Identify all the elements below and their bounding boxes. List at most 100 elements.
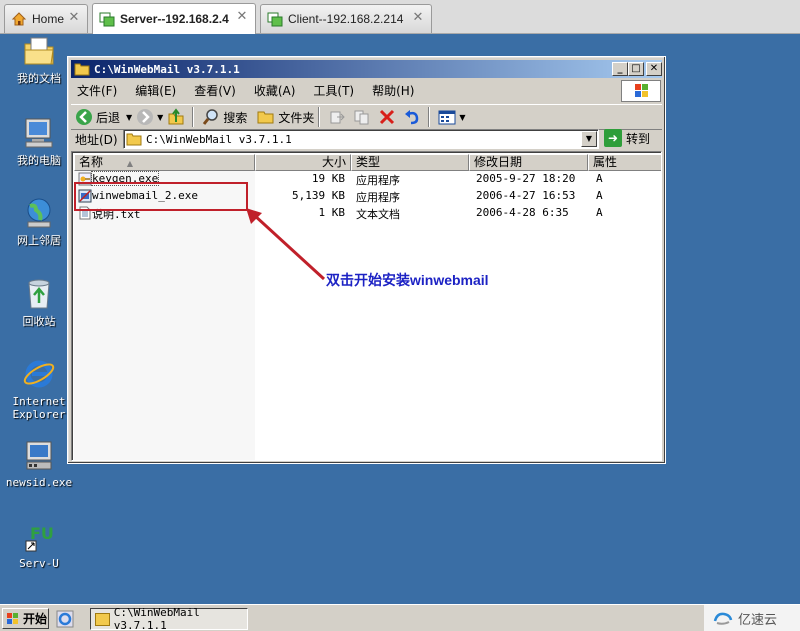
chevron-down-icon[interactable]: ▼	[581, 131, 597, 147]
svg-text:FU: FU	[30, 524, 54, 543]
undo-icon	[403, 108, 421, 126]
home-icon	[11, 11, 27, 27]
explorer-window: C:\WinWebMail v3.7.1.1 _ □ ✕ 文件(F) 编辑(E)…	[67, 56, 666, 464]
file-modified: 2006-4-27 16:53	[476, 189, 576, 202]
address-value: C:\WinWebMail v3.7.1.1	[146, 132, 292, 146]
my-computer-icon	[22, 116, 56, 150]
yisu-logo-icon	[712, 609, 734, 627]
file-modified: 2006-4-28 6:35	[476, 206, 569, 219]
recycle-bin-icon	[22, 277, 56, 311]
file-type: 文本文档	[356, 208, 400, 221]
desktop-icon-serv-u[interactable]: FU Serv-U	[0, 519, 78, 570]
tab-label: Home	[32, 12, 65, 26]
move-to-button[interactable]	[328, 108, 349, 126]
sort-ascending-icon: ▲	[126, 159, 133, 168]
menu-help[interactable]: 帮助(H)	[372, 82, 414, 99]
menu-favorites[interactable]: 收藏(A)	[254, 82, 296, 99]
menu-bar: 文件(F) 编辑(E) 查看(V) 收藏(A) 工具(T) 帮助(H)	[71, 80, 616, 100]
views-button[interactable]: ▼	[438, 108, 466, 126]
move-to-icon	[328, 108, 346, 126]
folder-icon	[74, 63, 90, 76]
menu-view[interactable]: 查看(V)	[194, 82, 236, 99]
address-bar: 地址(D) C:\WinWebMail v3.7.1.1 ▼ ➜ 转到	[71, 127, 662, 151]
network-places-icon	[22, 196, 56, 230]
folder-icon	[257, 108, 275, 126]
minimize-button[interactable]: _	[612, 62, 628, 76]
copy-to-button[interactable]	[353, 108, 374, 126]
column-header-type[interactable]: 类型	[351, 154, 469, 171]
forward-button[interactable]: ▼	[136, 108, 163, 126]
file-type: 应用程序	[356, 174, 400, 187]
window-titlebar[interactable]: C:\WinWebMail v3.7.1.1 _ □ ✕	[71, 60, 662, 78]
column-headers: 名称 ▲ 大小 类型 修改日期 属性	[74, 154, 661, 171]
windows-logo-icon	[621, 80, 661, 102]
go-button[interactable]: ➜ 转到	[604, 129, 650, 147]
up-folder-icon	[167, 108, 185, 126]
menu-edit[interactable]: 编辑(E)	[135, 82, 176, 99]
maximize-button[interactable]: □	[628, 62, 644, 76]
tab-home[interactable]: Home ✕	[4, 4, 88, 33]
menu-tools[interactable]: 工具(T)	[313, 82, 354, 99]
folder-icon	[95, 612, 110, 626]
taskbar: 开始 C:\WinWebMail v3.7.1.1 亿速云	[0, 604, 800, 631]
column-header-modified[interactable]: 修改日期	[469, 154, 588, 171]
undo-button[interactable]	[403, 108, 424, 126]
quick-launch-ie-icon[interactable]	[56, 610, 74, 628]
file-size: 5,139 KB	[292, 189, 345, 202]
address-input[interactable]: C:\WinWebMail v3.7.1.1 ▼	[123, 129, 599, 149]
delete-icon	[378, 108, 396, 126]
annotation-text: 双击开始安装winwebmail	[326, 272, 489, 288]
vm-tab-bar: Home ✕ Server--192.168.2.4 ✕ Client--192…	[0, 0, 800, 34]
delete-button[interactable]	[378, 108, 399, 126]
watermark: 亿速云	[704, 605, 800, 631]
internet-explorer-icon	[22, 357, 56, 391]
file-modified: 2005-9-27 18:20	[476, 172, 576, 185]
search-button[interactable]: 搜索	[202, 108, 247, 126]
file-attributes: A	[596, 189, 603, 202]
copy-to-icon	[353, 108, 371, 126]
toolbar-separator	[428, 107, 431, 127]
address-label: 地址(D)	[75, 132, 118, 147]
back-button[interactable]: 后退 ▼	[75, 108, 132, 126]
file-attributes: A	[596, 172, 603, 185]
forward-arrow-icon	[136, 108, 154, 126]
taskbar-window-button[interactable]: C:\WinWebMail v3.7.1.1	[90, 606, 248, 631]
my-documents-icon	[22, 34, 56, 68]
tab-label: Server--192.168.2.4	[120, 12, 229, 26]
up-folder-button[interactable]	[167, 108, 188, 126]
search-icon	[202, 108, 220, 126]
folders-button[interactable]: 文件夹	[257, 108, 314, 126]
back-arrow-icon	[75, 108, 93, 126]
serv-u-icon: FU	[22, 519, 56, 553]
window-title: C:\WinWebMail v3.7.1.1	[94, 62, 240, 76]
tab-client[interactable]: Client--192.168.2.214 ✕	[260, 4, 432, 33]
column-header-size[interactable]: 大小	[255, 154, 351, 171]
vm-icon	[267, 11, 283, 27]
views-icon	[438, 108, 456, 126]
annotation-arrow-icon	[246, 208, 326, 281]
file-size: 19 KB	[311, 172, 345, 185]
tab-server[interactable]: Server--192.168.2.4 ✕	[92, 3, 256, 34]
vm-icon	[99, 11, 115, 27]
windows-logo-icon	[6, 612, 20, 626]
file-type: 应用程序	[356, 191, 400, 204]
chevron-down-icon[interactable]: ▼	[126, 113, 132, 122]
toolbar-separator	[318, 107, 321, 127]
newsid-icon	[22, 438, 56, 472]
file-attributes: A	[596, 206, 603, 219]
menu-file[interactable]: 文件(F)	[77, 82, 117, 99]
folder-icon	[126, 133, 142, 146]
chevron-down-icon[interactable]: ▼	[459, 113, 465, 122]
chevron-down-icon[interactable]: ▼	[157, 113, 163, 122]
go-arrow-icon: ➜	[604, 129, 622, 147]
close-icon[interactable]: ✕	[67, 11, 81, 25]
close-icon[interactable]: ✕	[411, 11, 425, 25]
tab-label: Client--192.168.2.214	[288, 12, 404, 26]
toolbar-separator	[192, 107, 195, 127]
highlight-box	[74, 182, 248, 211]
start-button[interactable]: 开始	[2, 608, 49, 629]
column-header-name[interactable]: 名称 ▲	[74, 154, 255, 171]
close-button[interactable]: ✕	[646, 62, 662, 76]
column-header-attributes[interactable]: 属性	[588, 154, 661, 171]
close-icon[interactable]: ✕	[235, 10, 249, 24]
